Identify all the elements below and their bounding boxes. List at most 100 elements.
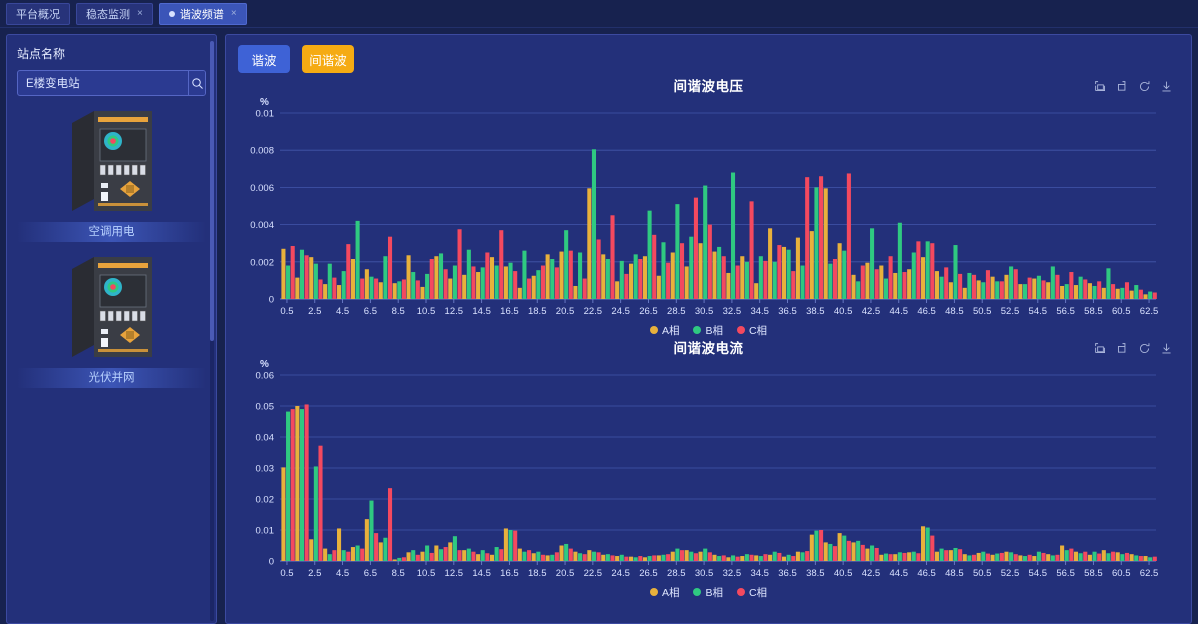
bar[interactable]: [916, 553, 921, 561]
bar[interactable]: [295, 406, 300, 561]
bar[interactable]: [466, 249, 471, 299]
bar[interactable]: [531, 553, 536, 561]
bar[interactable]: [652, 555, 657, 561]
bar[interactable]: [578, 252, 583, 300]
bar[interactable]: [545, 555, 550, 561]
bar[interactable]: [615, 281, 620, 299]
bar[interactable]: [703, 548, 708, 561]
bar[interactable]: [777, 552, 782, 561]
device-name-0[interactable]: 空调用电: [17, 222, 206, 242]
bar[interactable]: [513, 271, 518, 299]
bar[interactable]: [633, 254, 638, 299]
bar[interactable]: [860, 265, 865, 299]
bar[interactable]: [587, 550, 592, 561]
bar[interactable]: [578, 553, 583, 561]
bar[interactable]: [452, 536, 457, 561]
bar[interactable]: [999, 281, 1004, 299]
bar[interactable]: [675, 204, 680, 299]
bar[interactable]: [573, 285, 578, 299]
bar[interactable]: [1106, 553, 1111, 561]
bar[interactable]: [902, 272, 907, 299]
bar[interactable]: [1032, 278, 1037, 299]
bar[interactable]: [689, 236, 694, 299]
bar[interactable]: [925, 241, 930, 299]
bar[interactable]: [1013, 554, 1018, 561]
bar[interactable]: [693, 197, 698, 299]
bar[interactable]: [763, 554, 768, 561]
bar[interactable]: [281, 467, 286, 561]
bar[interactable]: [874, 269, 879, 299]
bar[interactable]: [781, 556, 787, 561]
bar[interactable]: [605, 554, 610, 561]
bar[interactable]: [1143, 556, 1148, 561]
bar[interactable]: [661, 554, 666, 561]
bar[interactable]: [717, 556, 722, 561]
bar[interactable]: [1097, 281, 1102, 299]
bar[interactable]: [1152, 556, 1157, 561]
bar[interactable]: [1055, 554, 1060, 561]
bar[interactable]: [879, 554, 884, 561]
bar[interactable]: [1143, 294, 1148, 299]
bar[interactable]: [981, 282, 986, 299]
bar[interactable]: [1027, 277, 1032, 299]
bar[interactable]: [559, 251, 564, 299]
bar[interactable]: [286, 265, 291, 299]
bar[interactable]: [364, 269, 369, 299]
bar[interactable]: [1032, 556, 1037, 561]
bar[interactable]: [610, 215, 615, 299]
bar-chart-current[interactable]: 0 0.01 0.02 0.03 0.04 0.05 0.06 0.5 2.5 4.5 6.5 8.5…: [238, 359, 1168, 585]
bar[interactable]: [740, 556, 745, 561]
bar[interactable]: [934, 271, 939, 299]
bar[interactable]: [999, 552, 1004, 561]
bar[interactable]: [364, 519, 369, 561]
bar[interactable]: [707, 224, 712, 299]
bar[interactable]: [948, 550, 953, 561]
bar[interactable]: [323, 284, 328, 299]
bar[interactable]: [883, 278, 889, 299]
bar[interactable]: [897, 552, 902, 561]
bar[interactable]: [911, 551, 916, 561]
bar[interactable]: [1148, 557, 1153, 561]
bar[interactable]: [309, 257, 314, 299]
download-button[interactable]: [1160, 342, 1173, 355]
bar[interactable]: [870, 545, 875, 562]
bar[interactable]: [480, 550, 485, 561]
bar[interactable]: [721, 256, 726, 299]
bar[interactable]: [313, 466, 318, 561]
bar[interactable]: [758, 256, 763, 299]
bar[interactable]: [323, 548, 328, 561]
bar[interactable]: [337, 528, 342, 561]
legend-item-C相[interactable]: C相: [736, 323, 767, 338]
bar[interactable]: [286, 411, 291, 561]
bar[interactable]: [930, 535, 935, 561]
bar[interactable]: [828, 263, 833, 299]
bar[interactable]: [346, 551, 351, 561]
bar[interactable]: [401, 279, 406, 299]
bar[interactable]: [1134, 555, 1139, 561]
bar[interactable]: [1050, 555, 1055, 561]
bar[interactable]: [601, 254, 606, 299]
bar[interactable]: [1004, 551, 1009, 561]
bar[interactable]: [837, 243, 842, 299]
bar[interactable]: [559, 545, 564, 562]
bar[interactable]: [448, 542, 453, 561]
bar[interactable]: [1087, 554, 1092, 561]
bar[interactable]: [480, 267, 485, 299]
bar[interactable]: [1101, 287, 1106, 299]
bar[interactable]: [777, 245, 782, 299]
bar[interactable]: [378, 282, 383, 299]
bar[interactable]: [638, 556, 643, 561]
bar[interactable]: [990, 554, 995, 561]
legend-item-A相[interactable]: A相: [649, 323, 679, 338]
bar[interactable]: [1124, 282, 1130, 299]
bar[interactable]: [735, 265, 740, 299]
bar[interactable]: [619, 260, 624, 299]
bar[interactable]: [411, 550, 416, 561]
bar[interactable]: [448, 278, 453, 299]
bar[interactable]: [624, 556, 629, 561]
tab-close-icon[interactable]: ×: [231, 8, 237, 19]
bar[interactable]: [768, 554, 773, 561]
bar[interactable]: [304, 255, 309, 299]
tab-close-icon[interactable]: ×: [137, 8, 143, 19]
refresh-button[interactable]: [1138, 80, 1151, 93]
